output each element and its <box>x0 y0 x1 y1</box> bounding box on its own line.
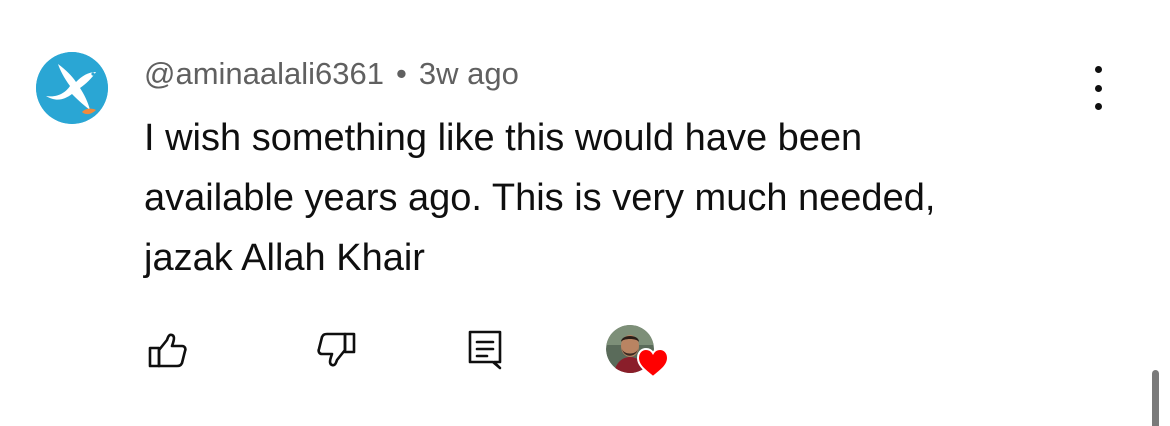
comment-timestamp[interactable]: 3w ago <box>419 56 519 91</box>
reply-button[interactable] <box>463 328 507 372</box>
author-avatar[interactable] <box>36 52 108 124</box>
comment-item: @aminaalali6361 • 3w ago I wish something … <box>0 0 1170 426</box>
more-vertical-icon <box>1094 66 1102 73</box>
separator-dot: • <box>396 56 407 91</box>
comment-text-line: jazak Allah Khair <box>144 237 425 279</box>
more-options-button[interactable] <box>1082 66 1114 110</box>
comment-text: I wish something like this would have be… <box>144 108 1104 288</box>
like-button[interactable] <box>146 328 190 372</box>
thumbs-down-icon <box>317 332 356 367</box>
dislike-button[interactable] <box>314 328 358 372</box>
heart-icon <box>636 347 670 379</box>
author-name[interactable]: @aminaalali6361 <box>144 56 384 91</box>
comment-text-line: I wish something like this would have be… <box>144 117 863 159</box>
scrollbar[interactable] <box>1152 370 1159 426</box>
bird-icon <box>36 52 108 124</box>
thumbs-up-icon <box>148 333 187 368</box>
reply-comment-icon <box>468 330 502 370</box>
creator-heart <box>606 325 670 381</box>
more-vertical-icon <box>1094 84 1102 92</box>
comment-text-line: available years ago. This is very much n… <box>144 177 936 219</box>
more-vertical-icon <box>1094 103 1102 110</box>
comment-header: @aminaalali6361 • 3w ago <box>144 54 519 94</box>
